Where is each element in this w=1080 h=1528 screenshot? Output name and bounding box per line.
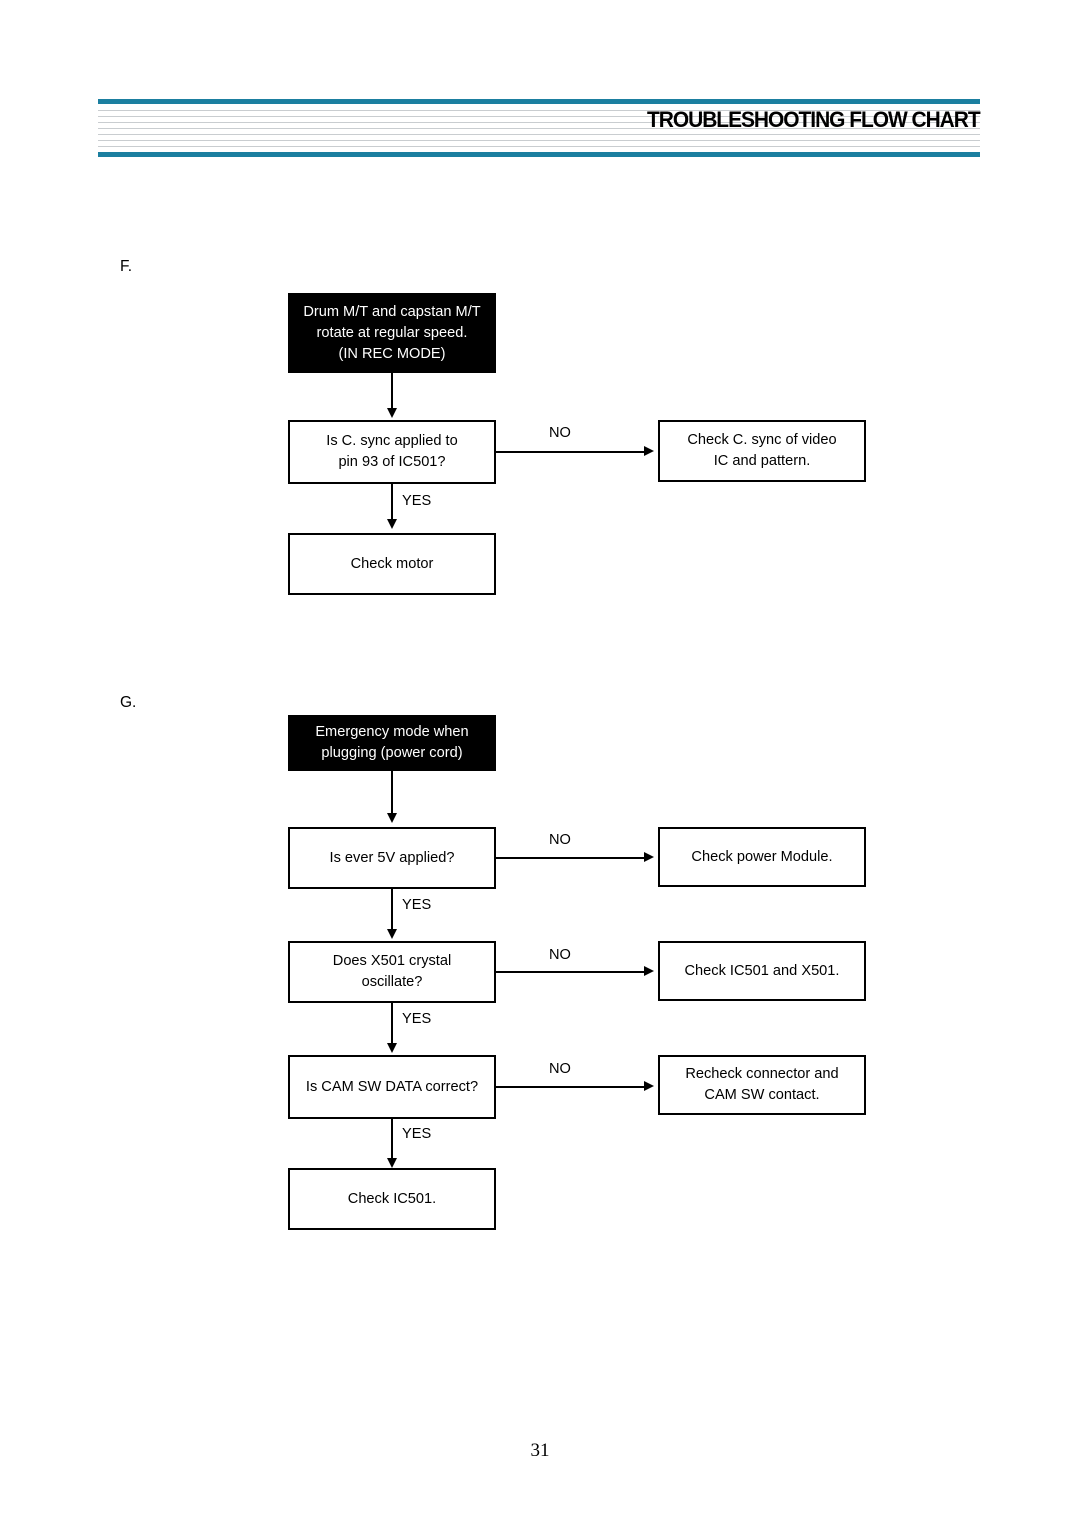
g-label-no-3: NO [549,1061,571,1077]
g-question-3-box: Is CAM SW DATA correct? [288,1055,496,1119]
g-arrow-q2-yes [386,1043,397,1053]
page-header-banner: TROUBLESHOOTING FLOW CHART [98,99,981,157]
g-connector-q2-no [496,971,644,974]
g-question-1-box: Is ever 5V applied? [288,827,496,889]
f-start-box: Drum M/T and capstan M/T rotate at regul… [288,293,496,373]
g-label-yes-1: YES [402,897,432,913]
header-stripe-line [98,146,980,147]
g-question-2-box: Does X501 crystal oscillate? [288,941,496,1003]
g-arrow-q1-no [644,852,654,862]
g-connector-q1-no [496,857,644,860]
f-connector-q1-no [496,451,644,454]
section-letter-f: F. [120,258,133,275]
f-arrow-start-to-q1 [386,408,397,418]
f-connector-q1-yes [391,484,394,521]
g-arrow-start-to-q1 [386,813,397,823]
g-label-no-1: NO [549,832,571,848]
header-accent-bar-bottom [98,152,980,157]
f-label-no-1: NO [549,425,571,441]
header-stripe-line [98,134,980,135]
g-arrow-q1-yes [386,929,397,939]
g-connector-q2-yes [391,1003,394,1045]
g-connector-q3-yes [391,1119,394,1160]
g-start-box: Emergency mode when plugging (power cord… [288,715,496,771]
section-letter-g: G. [120,694,137,711]
g-end-box: Check IC501. [288,1168,496,1230]
f-question-1-box: Is C. sync applied to pin 93 of IC501? [288,420,496,484]
g-no-result-box-3: Recheck connector and CAM SW contact. [658,1055,866,1115]
g-no-result-box-1: Check power Module. [658,827,866,887]
g-connector-start-to-q1 [391,771,394,815]
page-title: TROUBLESHOOTING FLOW CHART [647,107,981,132]
f-end-box: Check motor [288,533,496,595]
g-connector-q1-yes [391,889,394,931]
f-arrow-q1-yes [386,519,397,529]
f-label-yes-1: YES [402,493,432,509]
header-stripe-line [98,140,980,141]
g-label-yes-3: YES [402,1126,432,1142]
g-arrow-q2-no [644,966,654,976]
f-no-result-box: Check C. sync of video IC and pattern. [658,420,866,482]
f-connector-start-to-q1 [391,373,394,410]
g-arrow-q3-yes [386,1158,397,1168]
f-arrow-q1-no [644,446,654,456]
page-number: 31 [530,1440,550,1461]
g-label-no-2: NO [549,947,571,963]
g-arrow-q3-no [644,1081,654,1091]
g-connector-q3-no [496,1086,644,1089]
g-label-yes-2: YES [402,1011,432,1027]
g-no-result-box-2: Check IC501 and X501. [658,941,866,1001]
